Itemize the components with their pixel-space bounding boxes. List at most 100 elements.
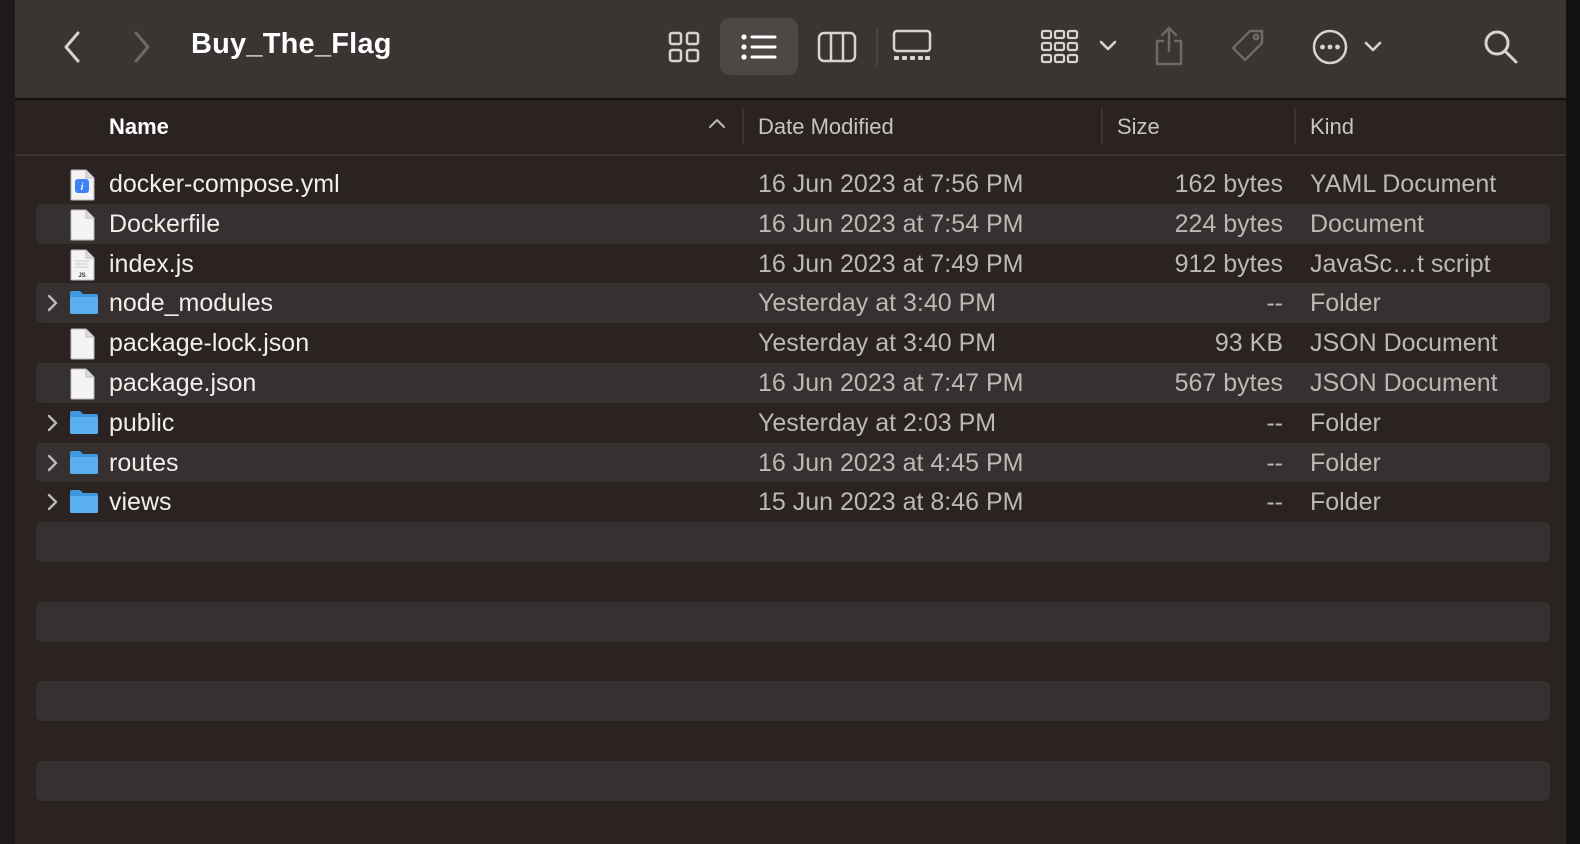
columns-icon bbox=[817, 31, 857, 63]
file-kind: JSON Document bbox=[1310, 368, 1498, 397]
group-by-button[interactable] bbox=[1039, 26, 1119, 66]
empty-row[interactable] bbox=[15, 760, 1566, 801]
file-name: package-lock.json bbox=[109, 329, 310, 358]
js-file-icon: JS bbox=[68, 249, 96, 286]
chevron-left-icon bbox=[64, 31, 80, 63]
file-kind: JSON Document bbox=[1310, 329, 1498, 358]
file-date: Yesterday at 3:40 PM bbox=[758, 329, 997, 358]
file-name: public bbox=[109, 408, 175, 437]
gallery-view-button[interactable] bbox=[891, 26, 933, 66]
disclosure-triangle-icon[interactable] bbox=[45, 492, 59, 517]
file-date: 16 Jun 2023 at 7:54 PM bbox=[758, 209, 1024, 238]
file-row[interactable]: i docker-compose.yml 16 Jun 2023 at 7:56 P… bbox=[15, 164, 1566, 204]
document-file-icon bbox=[68, 328, 96, 365]
file-name: views bbox=[109, 488, 172, 517]
file-list: i docker-compose.yml 16 Jun 2023 at 7:56 P… bbox=[15, 164, 1566, 801]
file-kind: Folder bbox=[1310, 488, 1381, 517]
document-file-icon bbox=[68, 209, 96, 246]
file-date: Yesterday at 2:03 PM bbox=[758, 408, 997, 437]
file-row[interactable]: package.json 16 Jun 2023 at 7:47 PM 567 by… bbox=[15, 362, 1566, 405]
file-date: 16 Jun 2023 at 7:56 PM bbox=[758, 170, 1024, 198]
file-size: 93 KB bbox=[1214, 329, 1283, 358]
file-date: 16 Jun 2023 at 7:49 PM bbox=[758, 249, 1024, 278]
file-name: node_modules bbox=[109, 289, 274, 318]
file-kind: Document bbox=[1310, 209, 1424, 238]
finder-window: Buy_The_Flag Name Date Modified Size Kin… bbox=[15, 0, 1566, 844]
disclosure-triangle-icon[interactable] bbox=[45, 453, 59, 478]
row-stripe bbox=[36, 642, 1550, 682]
forward-button[interactable] bbox=[127, 28, 157, 66]
list-view-button[interactable] bbox=[739, 28, 779, 66]
document-file-icon bbox=[68, 368, 96, 405]
folder-icon bbox=[68, 408, 100, 441]
file-row[interactable]: routes 16 Jun 2023 at 4:45 PM -- Folder bbox=[15, 442, 1566, 483]
folder-icon bbox=[68, 487, 100, 520]
file-row[interactable]: views 15 Jun 2023 at 8:46 PM -- Folder bbox=[15, 482, 1566, 522]
gallery-icon bbox=[892, 29, 932, 60]
empty-row[interactable] bbox=[15, 642, 1566, 682]
chevron-right-icon bbox=[134, 31, 150, 63]
file-size: -- bbox=[1266, 488, 1283, 517]
file-date: 16 Jun 2023 at 4:45 PM bbox=[758, 448, 1024, 477]
file-row[interactable]: Dockerfile 16 Jun 2023 at 7:54 PM 224 byte… bbox=[15, 203, 1566, 246]
file-size: -- bbox=[1266, 289, 1283, 318]
file-row[interactable]: public Yesterday at 2:03 PM -- Folder bbox=[15, 403, 1566, 443]
file-date: 16 Jun 2023 at 7:47 PM bbox=[758, 368, 1024, 397]
sort-ascending-icon[interactable] bbox=[707, 116, 727, 135]
date-modified-column-header[interactable]: Date Modified bbox=[758, 114, 894, 140]
size-column-header[interactable]: Size bbox=[1117, 114, 1160, 140]
row-stripe bbox=[36, 721, 1550, 761]
file-kind: Folder bbox=[1310, 408, 1381, 437]
column-header: Name Date Modified Size Kind bbox=[15, 100, 1566, 156]
file-size: 567 bytes bbox=[1174, 368, 1283, 397]
file-date: Yesterday at 3:40 PM bbox=[758, 289, 997, 318]
toolbar-separator bbox=[876, 28, 878, 66]
share-button[interactable] bbox=[1151, 24, 1187, 68]
file-row[interactable]: node_modules Yesterday at 3:40 PM -- Folder bbox=[15, 283, 1566, 324]
file-size: -- bbox=[1266, 408, 1283, 437]
row-stripe bbox=[36, 522, 1550, 562]
file-kind: Folder bbox=[1310, 289, 1381, 318]
file-name: index.js bbox=[109, 249, 194, 278]
svg-text:i: i bbox=[81, 182, 84, 193]
background-window-edge bbox=[0, 0, 15, 844]
empty-row[interactable] bbox=[15, 601, 1566, 642]
back-button[interactable] bbox=[57, 28, 87, 66]
empty-row[interactable] bbox=[15, 681, 1566, 722]
row-stripe bbox=[36, 681, 1550, 722]
tag-button[interactable] bbox=[1227, 26, 1269, 68]
column-divider[interactable] bbox=[1294, 108, 1296, 144]
tag-icon bbox=[1231, 29, 1264, 62]
file-size: 224 bytes bbox=[1174, 209, 1283, 238]
file-name: routes bbox=[109, 448, 179, 477]
column-view-button[interactable] bbox=[817, 28, 857, 66]
column-divider[interactable] bbox=[1101, 108, 1103, 144]
folder-icon bbox=[68, 288, 100, 321]
search-button[interactable] bbox=[1481, 26, 1521, 68]
row-stripe bbox=[36, 760, 1550, 801]
row-stripe bbox=[36, 601, 1550, 642]
share-icon bbox=[1155, 26, 1183, 66]
name-column-header[interactable]: Name bbox=[109, 114, 169, 140]
disclosure-triangle-icon[interactable] bbox=[45, 413, 59, 438]
folder-icon bbox=[68, 448, 100, 481]
empty-row[interactable] bbox=[15, 721, 1566, 761]
empty-row[interactable] bbox=[15, 562, 1566, 602]
svg-text:JS: JS bbox=[78, 273, 85, 279]
window-title: Buy_The_Flag bbox=[191, 28, 392, 60]
ellipsis-circle-icon bbox=[1312, 29, 1348, 65]
icon-view-button[interactable] bbox=[665, 28, 703, 66]
chevron-down-icon bbox=[1364, 41, 1382, 52]
file-row[interactable]: JS index.js 16 Jun 2023 at 7:49 PM 912 byte… bbox=[15, 244, 1566, 284]
toolbar: Buy_The_Flag bbox=[15, 0, 1566, 100]
kind-column-header[interactable]: Kind bbox=[1310, 114, 1354, 140]
column-divider[interactable] bbox=[742, 108, 744, 144]
file-row[interactable]: package-lock.json Yesterday at 3:40 PM 93 … bbox=[15, 323, 1566, 363]
file-size: 162 bytes bbox=[1174, 170, 1283, 198]
empty-row[interactable] bbox=[15, 522, 1566, 562]
chevron-down-icon bbox=[1099, 40, 1117, 51]
disclosure-triangle-icon[interactable] bbox=[45, 293, 59, 318]
file-kind: YAML Document bbox=[1310, 170, 1497, 198]
more-actions-button[interactable] bbox=[1311, 26, 1383, 68]
group-icon bbox=[1040, 29, 1079, 64]
